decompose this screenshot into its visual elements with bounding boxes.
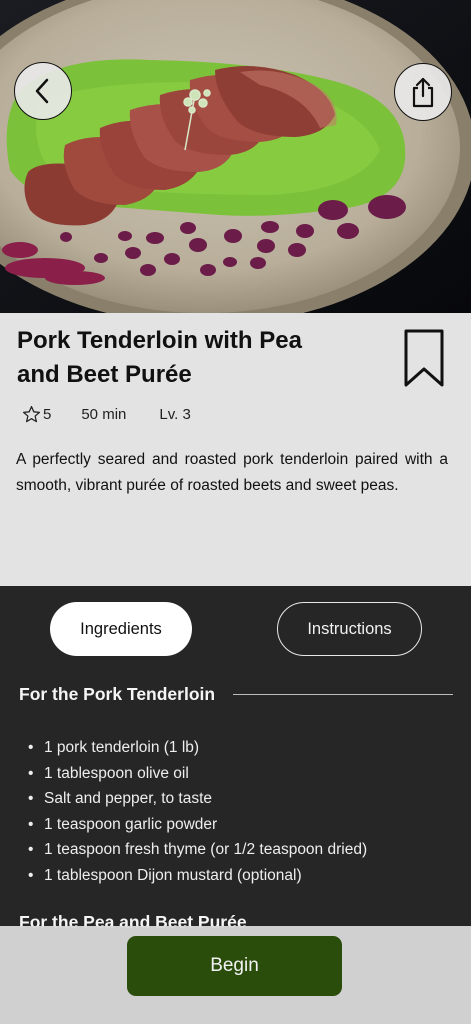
bottom-action-bar: Begin xyxy=(0,926,471,1024)
ingredient-text: Salt and pepper, to taste xyxy=(44,790,213,807)
share-button[interactable] xyxy=(394,63,452,121)
ingredient-text: 1 pork tenderloin (1 lb) xyxy=(44,739,200,756)
bullet: • xyxy=(28,815,34,833)
section-header: For the Pork Tenderloin xyxy=(19,684,453,705)
hero-image xyxy=(0,0,471,313)
tab-bar: Ingredients Instructions xyxy=(0,602,471,658)
cook-time: 50 min xyxy=(81,406,127,423)
rating-value: 5 xyxy=(43,406,52,423)
bullet: • xyxy=(28,739,34,756)
list-item: • 1 teaspoon garlic powder xyxy=(28,812,367,838)
bookmark-button[interactable] xyxy=(403,328,445,388)
dish-photo xyxy=(0,0,471,313)
difficulty-level: Lv. 3 xyxy=(159,406,191,423)
ingredient-text: 1 tablespoon olive oil xyxy=(44,764,189,782)
bullet: • xyxy=(28,866,34,884)
divider xyxy=(233,693,453,696)
list-item: • Salt and pepper, to taste xyxy=(28,786,367,812)
tab-instructions[interactable]: Instructions xyxy=(277,602,422,656)
recipe-title: Pork Tenderloin with Pea and Beet Purée xyxy=(17,327,302,388)
bullet: • xyxy=(28,841,34,858)
recipe-meta: 5 50 min Lv. 3 xyxy=(22,405,191,424)
section-title: For the Pork Tenderloin xyxy=(19,684,216,704)
begin-button[interactable]: Begin xyxy=(127,936,342,996)
back-button[interactable] xyxy=(14,62,72,120)
ingredient-text: 1 tablespoon Dijon mustard (optional) xyxy=(44,866,302,884)
ingredient-list: • 1 pork tenderloin (1 lb) • 1 tablespoon … xyxy=(28,735,367,888)
chevron-left-icon xyxy=(35,78,49,104)
ingredient-text: 1 teaspoon garlic powder xyxy=(44,815,218,833)
list-item: • 1 tablespoon Dijon mustard (optional) xyxy=(28,863,367,889)
recipe-description: A perfectly seared and roasted pork tend… xyxy=(16,451,448,494)
tab-ingredients[interactable]: Ingredients xyxy=(50,602,192,656)
list-item: • 1 pork tenderloin (1 lb) xyxy=(28,735,367,761)
recipe-info-card: Pork Tenderloin with Pea and Beet Purée … xyxy=(0,313,471,586)
share-icon xyxy=(412,77,434,108)
bookmark-icon xyxy=(404,329,444,387)
ingredient-text: 1 teaspoon fresh thyme (or 1/2 teaspoon … xyxy=(44,841,368,858)
list-item: • 1 tablespoon olive oil xyxy=(28,761,367,787)
bullet: • xyxy=(28,790,34,807)
bullet: • xyxy=(28,764,34,782)
list-item: • 1 teaspoon fresh thyme (or 1/2 teaspoon… xyxy=(28,837,367,863)
star-icon xyxy=(22,405,41,423)
